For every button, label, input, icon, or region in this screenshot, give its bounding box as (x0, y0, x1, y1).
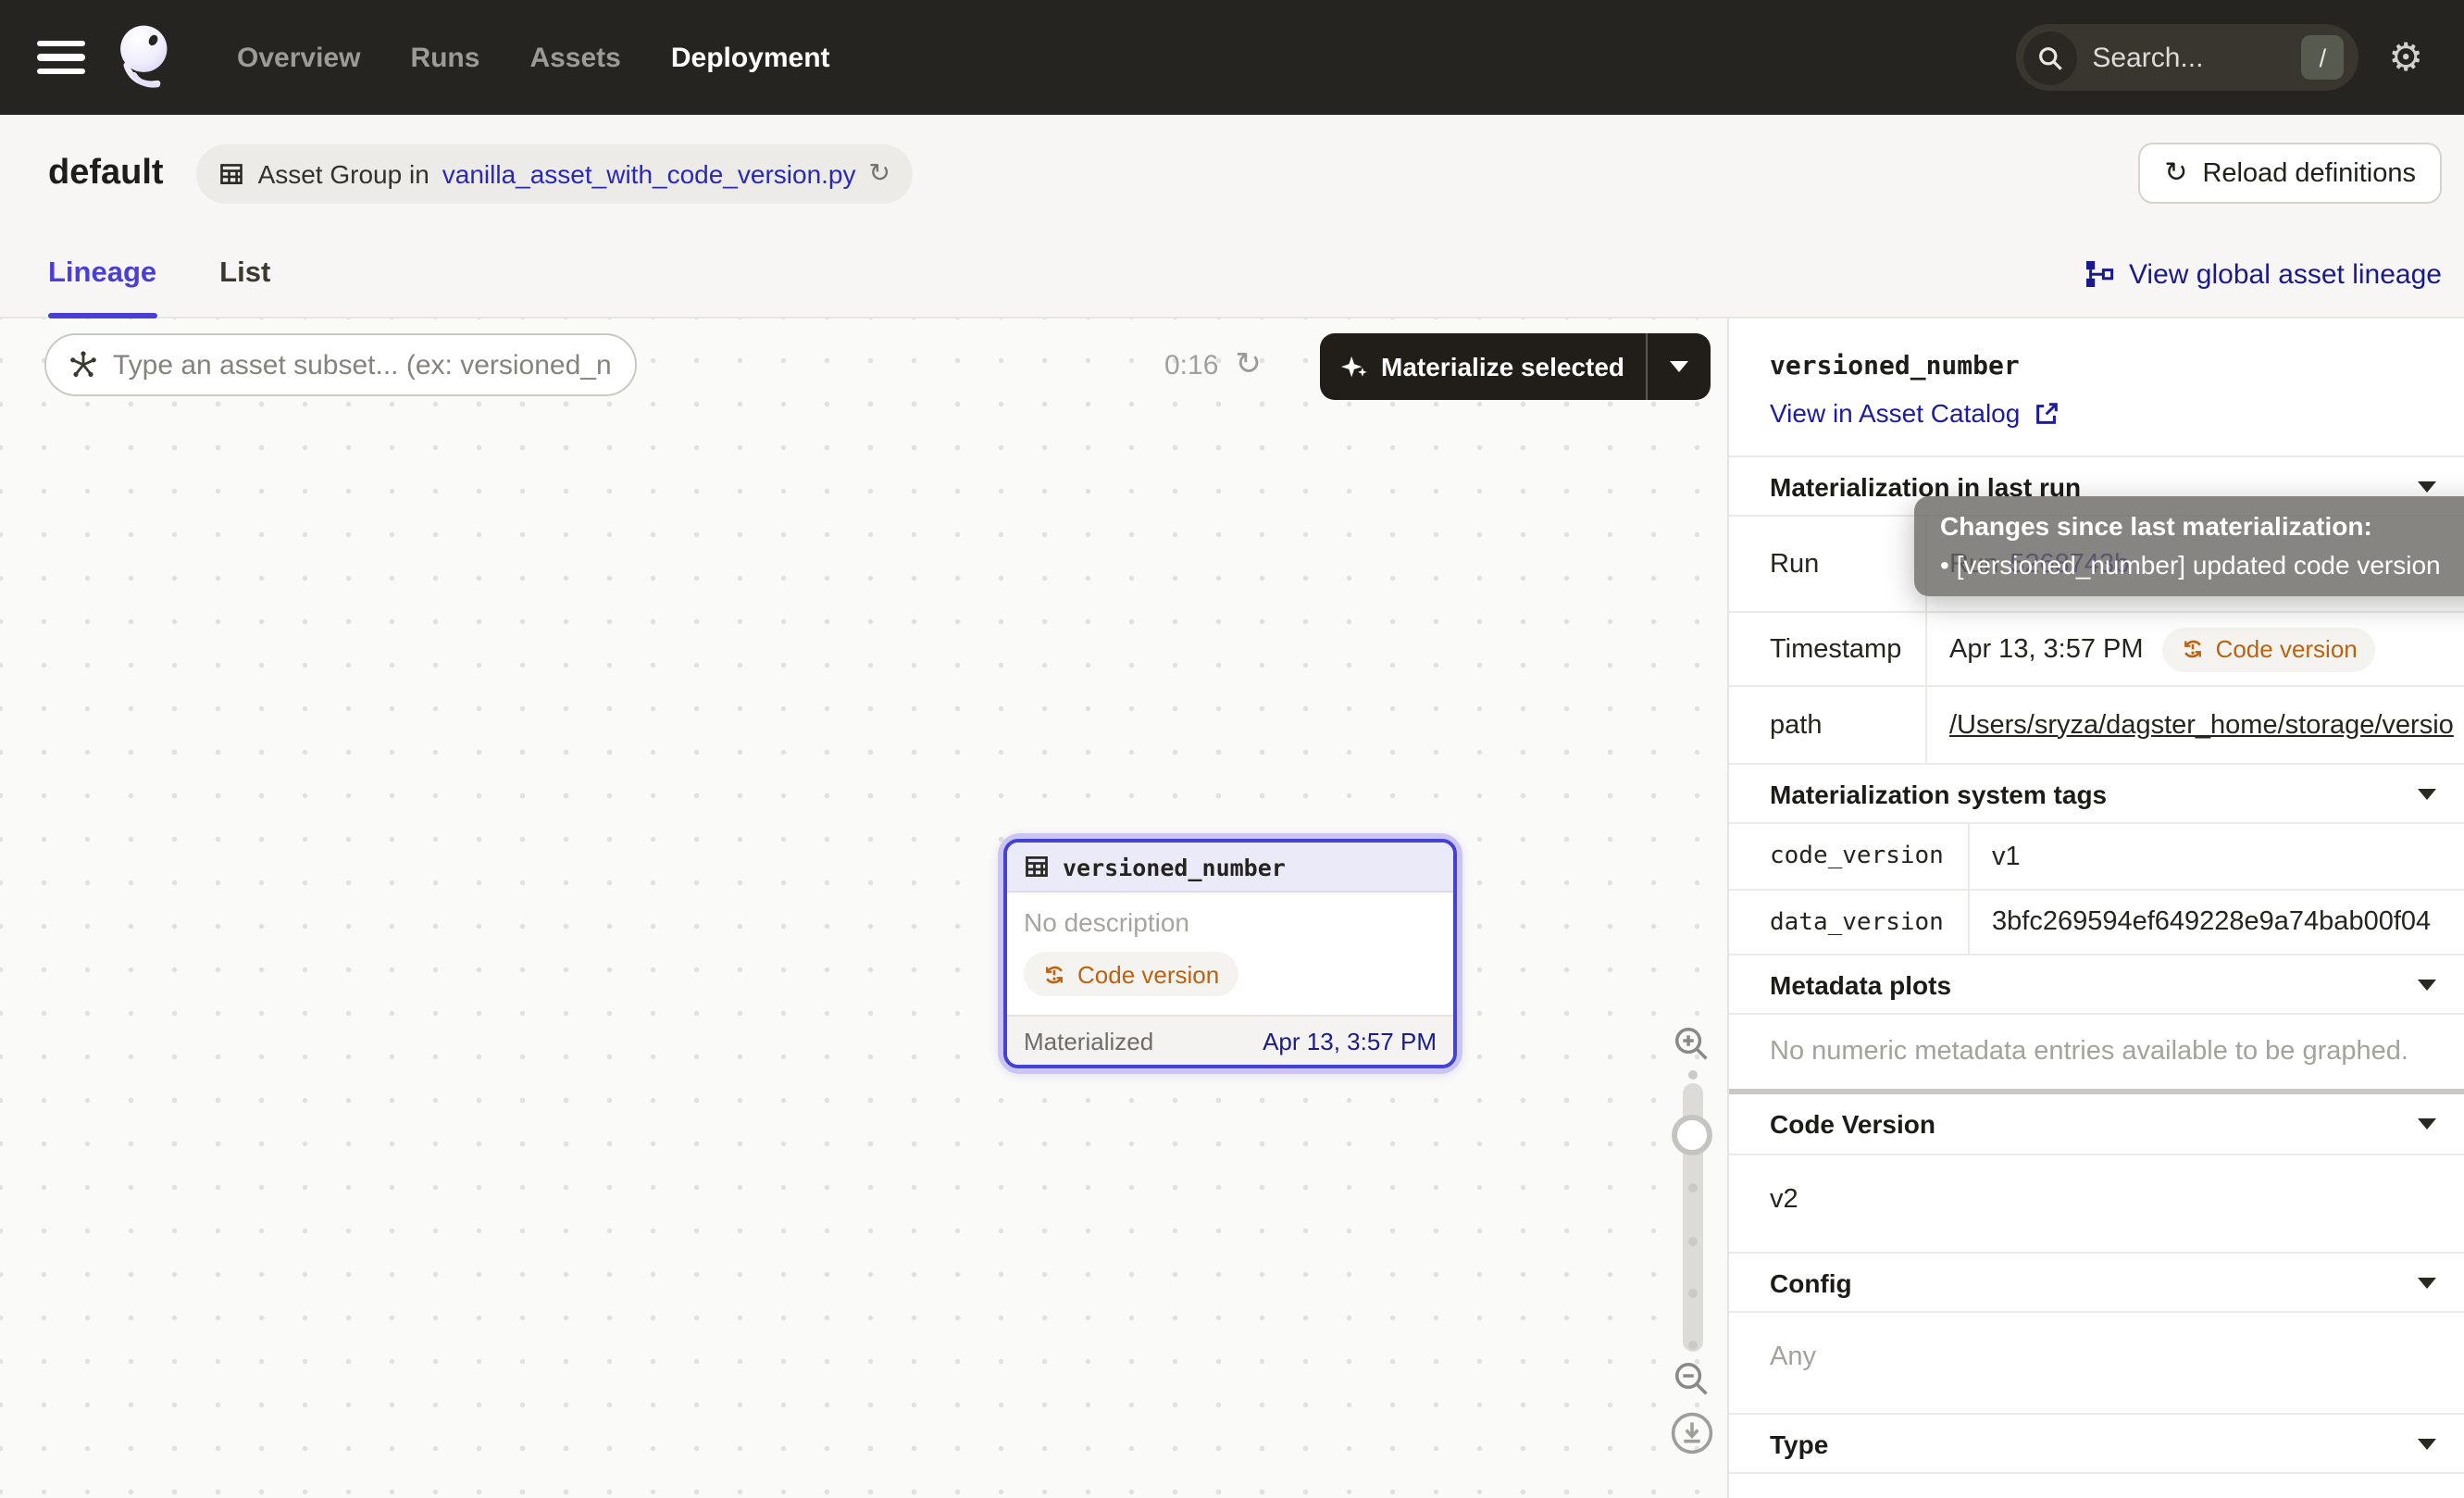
lineage-graph-icon (2084, 259, 2114, 289)
panel-asset-header: versioned_number View in Asset Catalog (1729, 318, 2464, 456)
dagster-logo[interactable] (109, 19, 185, 95)
code-version-row: code_version v1 (1729, 822, 2464, 889)
section-metadata-plots[interactable]: Metadata plots (1729, 954, 2464, 1013)
refresh-timer: 0:16 ↻ (1164, 333, 1262, 396)
section-materialization-in-last-run[interactable]: Materialization in last run (1729, 456, 2464, 515)
search-icon (2023, 31, 2077, 84)
materialized-timestamp[interactable]: Apr 13, 3:57 PM (1263, 1027, 1437, 1055)
chevron-down-icon (2418, 1118, 2436, 1130)
chevron-down-icon (2418, 788, 2436, 799)
asset-group-chip-text: Asset Group in (258, 158, 429, 188)
view-global-asset-lineage-link[interactable]: View global asset lineage (2084, 258, 2442, 290)
code-version-section-value: v2 (1729, 1154, 2464, 1252)
path-row: path /Users/sryza/dagster_home/storage/v… (1729, 685, 2464, 763)
path-link[interactable]: /Users/sryza/dagster_home/storage/versio (1949, 710, 2454, 740)
chevron-down-icon (2418, 979, 2436, 990)
chevron-down-icon (2418, 1438, 2436, 1449)
page-title: default (48, 153, 164, 193)
section-config[interactable]: Config (1729, 1252, 2464, 1311)
table-grid-icon (219, 160, 245, 186)
asset-graph-canvas[interactable]: 0:16 ↻ Materialize selected ve (0, 318, 1727, 1498)
chevron-down-icon (2418, 1277, 2436, 1288)
graph-refresh-icon[interactable]: ↻ (1235, 349, 1262, 381)
zoom-slider-tick (1688, 1341, 1698, 1350)
main-nav: Overview Runs Assets Deployment (237, 42, 830, 73)
asset-group-file-link[interactable]: vanilla_asset_with_code_version.py (442, 158, 856, 188)
asset-node-body: No description Code version (1007, 893, 1453, 1015)
asset-detail-panel: versioned_number View in Asset Catalog M… (1727, 318, 2464, 1498)
run-row-value: Run 5268743b (1925, 517, 2464, 611)
asset-node-name: versioned_number (1063, 853, 1286, 880)
global-search[interactable]: / (2016, 24, 2358, 91)
zoom-slider-tick (1688, 1289, 1698, 1298)
run-id-link[interactable]: 5268743b (2010, 549, 2129, 579)
zoom-slider-top-dot (1688, 1070, 1698, 1080)
asset-subset-input[interactable] (113, 349, 613, 381)
panel-bottom-divider (1729, 1472, 2464, 1498)
chip-refresh-icon[interactable]: ↻ (869, 160, 890, 186)
run-row-label: Run (1729, 517, 1925, 611)
elapsed-time: 0:16 (1164, 349, 1218, 381)
reload-definitions-button[interactable]: ↻ Reload definitions (2138, 143, 2442, 204)
asset-subset-icon (68, 350, 98, 380)
section-type[interactable]: Type (1729, 1413, 2464, 1472)
zoom-in-icon[interactable] (1672, 1024, 1712, 1065)
tab-bar: Lineage List View global asset lineage (0, 231, 2464, 318)
zoom-slider-tick (1688, 1237, 1698, 1246)
run-row: Run Run 5268743b (1729, 515, 2464, 611)
nav-runs[interactable]: Runs (410, 42, 479, 73)
nav-deployment[interactable]: Deployment (671, 42, 830, 73)
config-section-value: Any (1729, 1311, 2464, 1413)
sparkle-icon (1340, 353, 1368, 381)
code-version-changed-icon (2181, 637, 2205, 661)
page-header: default Asset Group in vanilla_asset_wit… (0, 115, 2464, 231)
panel-asset-name: versioned_number (1770, 352, 2464, 381)
asset-group-chip: Asset Group in vanilla_asset_with_code_v… (197, 144, 913, 203)
reload-icon: ↻ (2164, 159, 2187, 187)
metadata-plots-empty-message: No numeric metadata entries available to… (1729, 1013, 2464, 1089)
nav-overview[interactable]: Overview (237, 42, 360, 73)
section-code-version[interactable]: Code Version (1729, 1094, 2464, 1154)
asset-node-versioned-number[interactable]: versioned_number No description Code ver… (998, 833, 1462, 1074)
hamburger-menu-icon[interactable] (37, 40, 85, 75)
code-version-key: code_version (1729, 824, 1968, 889)
tab-lineage[interactable]: Lineage (48, 231, 156, 317)
data-version-value: 3bfc269594ef649228e9a74bab00f04 (1968, 891, 2464, 954)
code-version-badge: Code version (2162, 627, 2376, 671)
data-version-row: data_version 3bfc269594ef649228e9a74bab0… (1729, 889, 2464, 954)
timestamp-row-value: Apr 13, 3:57 PM Code version (1925, 613, 2464, 685)
tab-list[interactable]: List (219, 231, 270, 317)
download-graph-icon[interactable] (1670, 1411, 1714, 1455)
gear-icon[interactable]: ⚙ (2388, 38, 2423, 77)
zoom-out-icon[interactable] (1672, 1359, 1712, 1400)
code-version-badge: Code version (1024, 952, 1238, 996)
asset-node-footer: Materialized Apr 13, 3:57 PM (1007, 1015, 1453, 1065)
materialize-dropdown-caret[interactable] (1647, 333, 1710, 400)
zoom-slider-tick (1688, 1183, 1698, 1192)
materialized-status-label: Materialized (1024, 1027, 1153, 1055)
dagster-app: Overview Runs Assets Deployment / ⚙ defa… (0, 0, 2464, 1498)
external-link-icon (2033, 399, 2060, 427)
search-shortcut-key: / (2301, 35, 2344, 80)
path-row-label: path (1729, 687, 1925, 763)
top-navbar: Overview Runs Assets Deployment / ⚙ (0, 0, 2464, 115)
code-version-value: v1 (1968, 824, 2464, 889)
asset-subset-filter[interactable] (44, 333, 637, 396)
nav-assets[interactable]: Assets (529, 42, 620, 73)
zoom-slider-handle[interactable] (1672, 1115, 1712, 1155)
materialize-selected-button[interactable]: Materialize selected (1320, 333, 1710, 400)
view-in-asset-catalog-link[interactable]: View in Asset Catalog (1770, 398, 2060, 428)
section-materialization-system-tags[interactable]: Materialization system tags (1729, 763, 2464, 822)
data-version-key: data_version (1729, 891, 1968, 954)
timestamp-row-label: Timestamp (1729, 613, 1925, 685)
chevron-down-icon (2418, 481, 2436, 492)
search-input[interactable] (2092, 42, 2286, 73)
asset-node-header: versioned_number (1007, 843, 1453, 893)
asset-node-description: No description (1024, 907, 1437, 937)
table-grid-icon (1024, 854, 1050, 880)
timestamp-row: Timestamp Apr 13, 3:57 PM Code version (1729, 611, 2464, 685)
code-version-changed-icon (1042, 962, 1066, 986)
